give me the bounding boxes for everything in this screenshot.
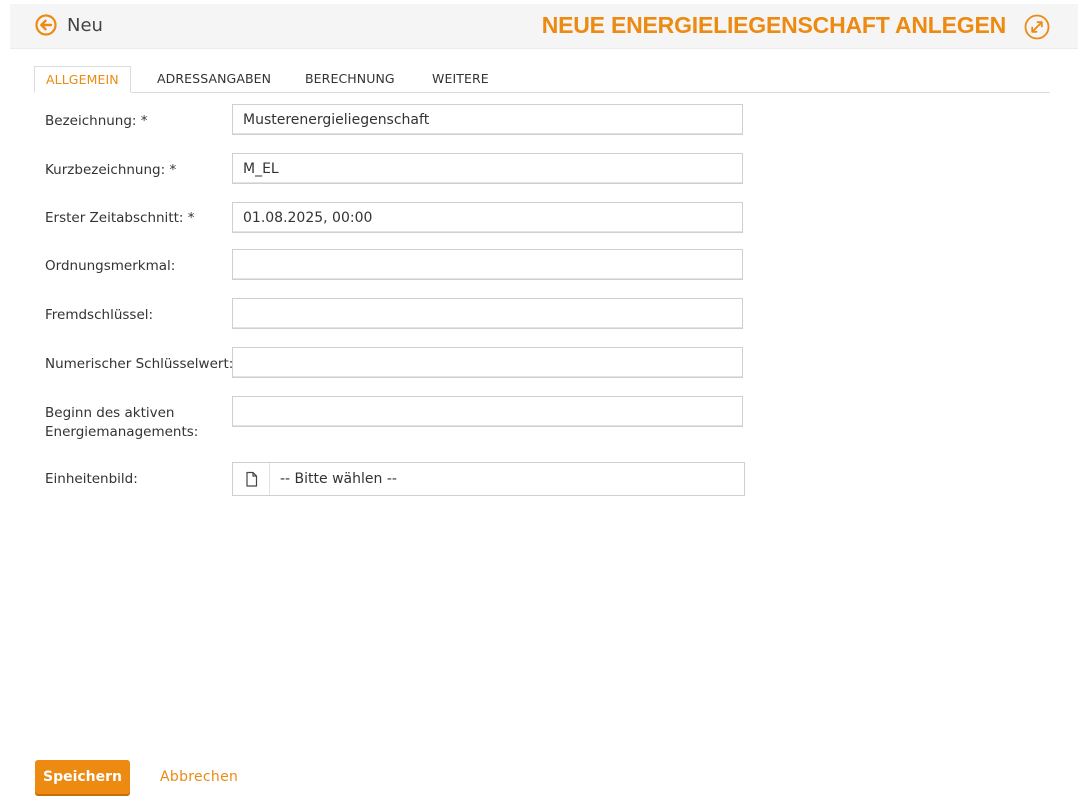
beginn-energiemanagement-input[interactable] bbox=[232, 396, 743, 427]
tab-berechnung[interactable]: BERECHNUNG bbox=[305, 66, 395, 91]
tab-allgemein[interactable]: ALLGEMEIN bbox=[34, 66, 131, 93]
beginn-energiemanagement-label: Beginn des aktiven Energiemanagements: bbox=[45, 404, 198, 442]
beginn-energiemanagement-label-line1: Beginn des aktiven bbox=[45, 405, 175, 421]
erster-zeitabschnitt-input[interactable] bbox=[232, 202, 743, 233]
erster-zeitabschnitt-label: Erster Zeitabschnitt: * bbox=[45, 210, 195, 226]
beginn-energiemanagement-label-line2: Energiemanagements: bbox=[45, 424, 199, 440]
page-header: Neu NEUE ENERGIELIEGENSCHAFT ANLEGEN bbox=[10, 4, 1078, 49]
tab-adressangaben[interactable]: ADRESSANGABEN bbox=[157, 66, 271, 91]
einheitenbild-placeholder: -- Bitte wählen -- bbox=[280, 471, 397, 487]
fremdschluessel-input[interactable] bbox=[232, 298, 743, 329]
back-arrow-icon[interactable] bbox=[35, 14, 57, 36]
numerischer-schluesselwert-input[interactable] bbox=[232, 347, 743, 378]
save-button[interactable]: Speichern bbox=[35, 760, 130, 794]
tab-weitere[interactable]: WEITERE bbox=[432, 66, 489, 91]
expand-icon[interactable] bbox=[1024, 14, 1050, 40]
einheitenbild-label: Einheitenbild: bbox=[45, 471, 138, 487]
page-title: NEUE ENERGIELIEGENSCHAFT ANLEGEN bbox=[541, 12, 1006, 38]
ordnungsmerkmal-label: Ordnungsmerkmal: bbox=[45, 258, 176, 274]
kurzbezeichnung-label: Kurzbezeichnung: * bbox=[45, 162, 177, 178]
fremdschluessel-label: Fremdschlüssel: bbox=[45, 307, 154, 323]
numerischer-schluesselwert-label: Numerischer Schlüsselwert: bbox=[45, 356, 234, 372]
file-icon[interactable] bbox=[233, 463, 270, 495]
bezeichnung-label: Bezeichnung: * bbox=[45, 113, 148, 129]
ordnungsmerkmal-input[interactable] bbox=[232, 249, 743, 280]
einheitenbild-select[interactable]: -- Bitte wählen -- bbox=[232, 462, 745, 496]
tab-bar: ALLGEMEIN ADRESSANGABEN BERECHNUNG WEITE… bbox=[34, 66, 1050, 93]
back-label[interactable]: Neu bbox=[67, 15, 103, 36]
kurzbezeichnung-input[interactable] bbox=[232, 153, 743, 184]
bezeichnung-input[interactable] bbox=[232, 104, 743, 135]
cancel-link[interactable]: Abbrechen bbox=[160, 769, 238, 785]
